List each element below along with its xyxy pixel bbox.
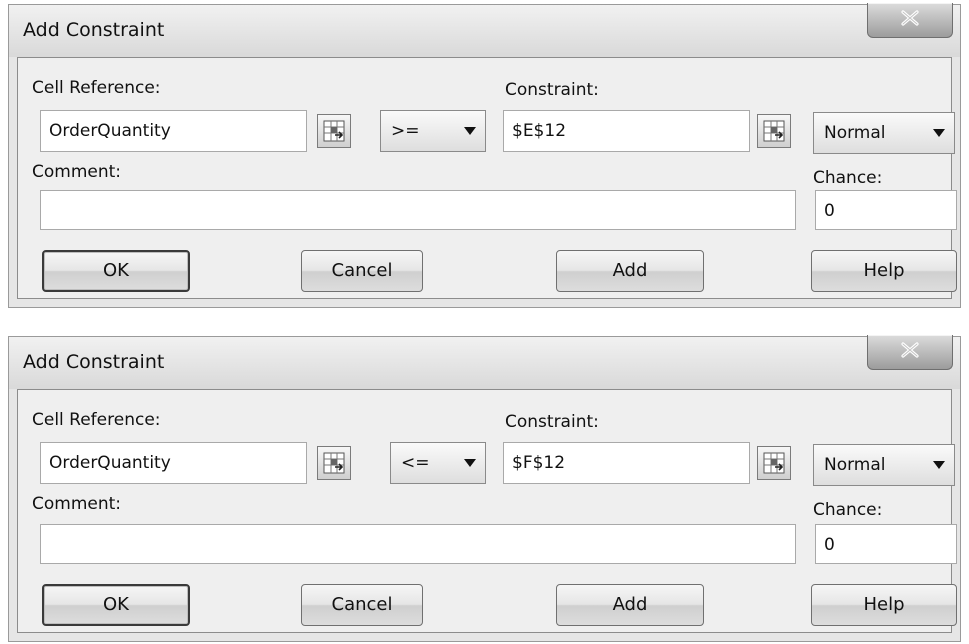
chevron-down-icon [464, 459, 476, 467]
range-select-icon [763, 120, 785, 142]
cancel-button[interactable]: Cancel [301, 584, 423, 626]
cell-reference-picker-button[interactable] [317, 446, 351, 480]
comment-label: Comment: [32, 494, 122, 514]
cancel-button[interactable]: Cancel [301, 250, 423, 292]
operator-dropdown[interactable]: <= [390, 442, 486, 484]
add-button[interactable]: Add [556, 250, 704, 292]
cell-reference-input[interactable]: OrderQuantity [40, 110, 307, 152]
title-bar: Add Constraint [9, 3, 960, 57]
range-select-icon [763, 452, 785, 474]
close-icon [901, 342, 919, 358]
distribution-dropdown[interactable]: Normal [813, 112, 955, 154]
distribution-value: Normal [824, 455, 886, 475]
add-button[interactable]: Add [556, 584, 704, 626]
chevron-down-icon [933, 129, 945, 137]
chance-input[interactable]: 0 [815, 190, 957, 230]
dialog-body: Cell Reference: Constraint: OrderQuantit… [17, 57, 957, 299]
chevron-down-icon [464, 127, 476, 135]
range-select-icon [323, 452, 345, 474]
help-button[interactable]: Help [811, 250, 957, 292]
operator-value: >= [391, 121, 420, 141]
cell-reference-label: Cell Reference: [32, 410, 161, 430]
constraint-label: Constraint: [505, 412, 599, 432]
ok-button[interactable]: OK [42, 250, 190, 292]
distribution-value: Normal [824, 123, 886, 143]
chance-input[interactable]: 0 [815, 524, 957, 564]
chance-label: Chance: [813, 500, 883, 520]
help-button[interactable]: Help [811, 584, 957, 626]
constraint-picker-button[interactable] [757, 114, 791, 148]
cell-reference-input[interactable]: OrderQuantity [40, 442, 307, 484]
close-icon [901, 10, 919, 26]
constraint-picker-button[interactable] [757, 446, 791, 480]
comment-input[interactable] [40, 524, 796, 564]
cell-reference-label: Cell Reference: [32, 78, 161, 98]
constraint-label: Constraint: [505, 80, 599, 100]
constraint-input[interactable]: $E$12 [503, 110, 750, 152]
title-bar: Add Constraint [9, 335, 960, 389]
operator-dropdown[interactable]: >= [380, 110, 486, 152]
chance-label: Chance: [813, 168, 883, 188]
close-button[interactable] [867, 3, 953, 38]
operator-value: <= [401, 453, 430, 473]
dialog-title: Add Constraint [23, 19, 165, 41]
distribution-dropdown[interactable]: Normal [813, 444, 955, 486]
ok-button[interactable]: OK [42, 584, 190, 626]
chevron-down-icon [933, 461, 945, 469]
comment-label: Comment: [32, 162, 122, 182]
close-button[interactable] [867, 335, 953, 370]
add-constraint-dialog: Add Constraint Cell Reference: Constrain… [8, 335, 961, 642]
dialog-body: Cell Reference: Constraint: OrderQuantit… [17, 389, 957, 633]
cell-reference-picker-button[interactable] [317, 114, 351, 148]
dialog-title: Add Constraint [23, 351, 165, 373]
add-constraint-dialog: Add Constraint Cell Reference: Constrain… [8, 3, 961, 308]
range-select-icon [323, 120, 345, 142]
constraint-input[interactable]: $F$12 [503, 442, 750, 484]
comment-input[interactable] [40, 190, 796, 230]
